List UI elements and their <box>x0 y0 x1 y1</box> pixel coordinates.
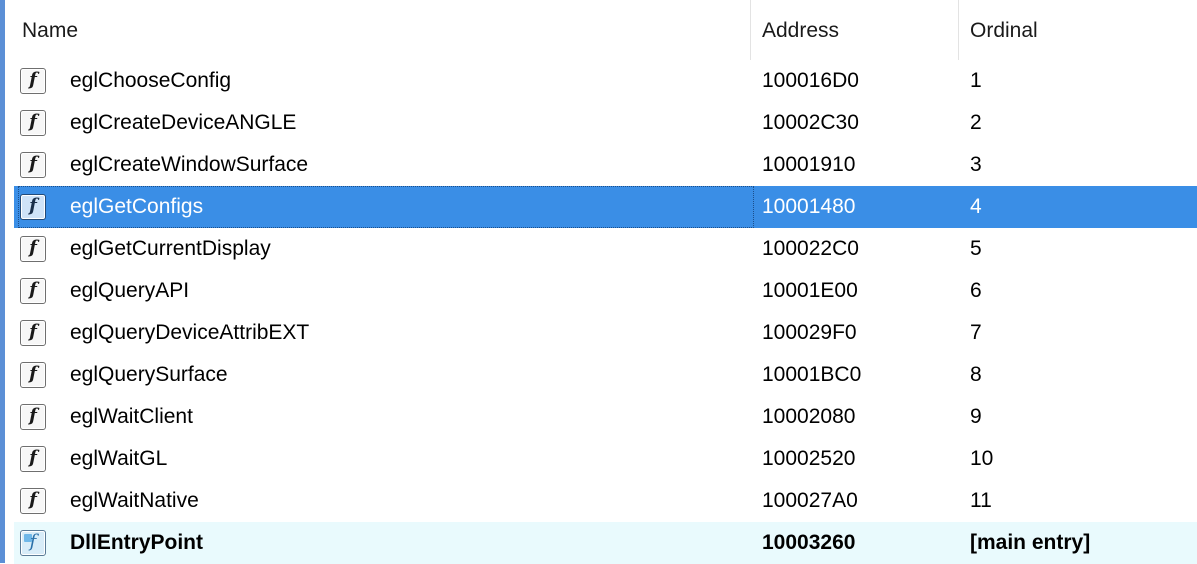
function-icon: f <box>20 320 46 346</box>
table-row[interactable]: f eglCreateWindowSurface 10001910 3 <box>14 144 1197 186</box>
table-row[interactable]: f eglQuerySurface 10001BC0 8 <box>14 354 1197 396</box>
column-header-name[interactable]: Name <box>14 0 750 60</box>
function-icon: f <box>20 68 46 94</box>
table-row-selected[interactable]: f eglGetConfigs 10001480 4 <box>14 186 1197 228</box>
export-address: 100027A0 <box>762 489 858 512</box>
table-row-entry-point[interactable]: f DllEntryPoint 10003260 [main entry] <box>14 522 1197 564</box>
entry-point-glyph: f <box>29 531 37 552</box>
table-row[interactable]: f eglQueryDeviceAttribEXT 100029F0 7 <box>14 312 1197 354</box>
export-address: 10001E00 <box>762 279 858 302</box>
export-address: 10002520 <box>762 447 856 470</box>
export-address: 100022C0 <box>762 237 859 260</box>
table-row[interactable]: f eglChooseConfig 100016D0 1 <box>14 60 1197 102</box>
export-name: eglGetConfigs <box>70 195 204 218</box>
table-row[interactable]: f eglQueryAPI 10001E00 6 <box>14 270 1197 312</box>
export-ordinal: 5 <box>970 237 982 260</box>
export-address: 100016D0 <box>762 69 859 92</box>
export-name: eglWaitClient <box>70 405 193 428</box>
export-name: eglQuerySurface <box>70 363 228 386</box>
export-address: 10003260 <box>762 531 856 554</box>
export-name: eglChooseConfig <box>70 69 232 92</box>
export-address: 10001480 <box>762 195 856 218</box>
export-name: DllEntryPoint <box>70 531 204 554</box>
export-name: eglCreateWindowSurface <box>70 153 309 176</box>
table-row[interactable]: f eglCreateDeviceANGLE 10002C30 2 <box>14 102 1197 144</box>
column-header-address[interactable]: Address <box>754 0 958 60</box>
table-row[interactable]: f eglGetCurrentDisplay 100022C0 5 <box>14 228 1197 270</box>
function-icon: f <box>20 194 46 220</box>
export-name: eglGetCurrentDisplay <box>70 237 271 260</box>
export-ordinal: 6 <box>970 279 982 302</box>
table-row[interactable]: f eglWaitNative 100027A0 11 <box>14 480 1197 522</box>
export-address: 10002080 <box>762 405 856 428</box>
function-icon: f <box>20 362 46 388</box>
export-ordinal: 3 <box>970 153 982 176</box>
export-name: eglWaitNative <box>70 489 199 512</box>
export-ordinal: [main entry] <box>970 531 1091 554</box>
table-row[interactable]: f eglWaitClient 10002080 9 <box>14 396 1197 438</box>
export-ordinal: 2 <box>970 111 982 134</box>
function-icon: f <box>20 404 46 430</box>
column-separator[interactable] <box>958 0 959 60</box>
left-edge-bar <box>0 0 5 563</box>
column-separator[interactable] <box>750 0 751 60</box>
export-ordinal: 7 <box>970 321 982 344</box>
export-ordinal: 10 <box>970 447 994 470</box>
export-name: eglWaitGL <box>70 447 168 470</box>
export-ordinal: 8 <box>970 363 982 386</box>
export-address: 10001910 <box>762 153 856 176</box>
function-icon: f <box>20 236 46 262</box>
function-icon: f <box>20 152 46 178</box>
export-name: eglQueryDeviceAttribEXT <box>70 321 310 344</box>
entry-point-icon: f <box>20 530 46 556</box>
export-name: eglCreateDeviceANGLE <box>70 111 297 134</box>
export-ordinal: 9 <box>970 405 982 428</box>
table-header: Name Address Ordinal <box>14 0 1197 60</box>
export-address: 10002C30 <box>762 111 859 134</box>
table-row[interactable]: f eglWaitGL 10002520 10 <box>14 438 1197 480</box>
function-icon: f <box>20 278 46 304</box>
column-header-ordinal[interactable]: Ordinal <box>962 0 1197 60</box>
export-ordinal: 11 <box>970 489 992 512</box>
export-address: 10001BC0 <box>762 363 862 386</box>
export-ordinal: 4 <box>970 195 982 218</box>
function-icon: f <box>20 488 46 514</box>
export-name: eglQueryAPI <box>70 279 190 302</box>
export-address: 100029F0 <box>762 321 857 344</box>
exports-table: Name Address Ordinal f eglChooseConfig 1… <box>14 0 1197 564</box>
function-icon: f <box>20 110 46 136</box>
export-ordinal: 1 <box>970 69 982 92</box>
function-icon: f <box>20 446 46 472</box>
